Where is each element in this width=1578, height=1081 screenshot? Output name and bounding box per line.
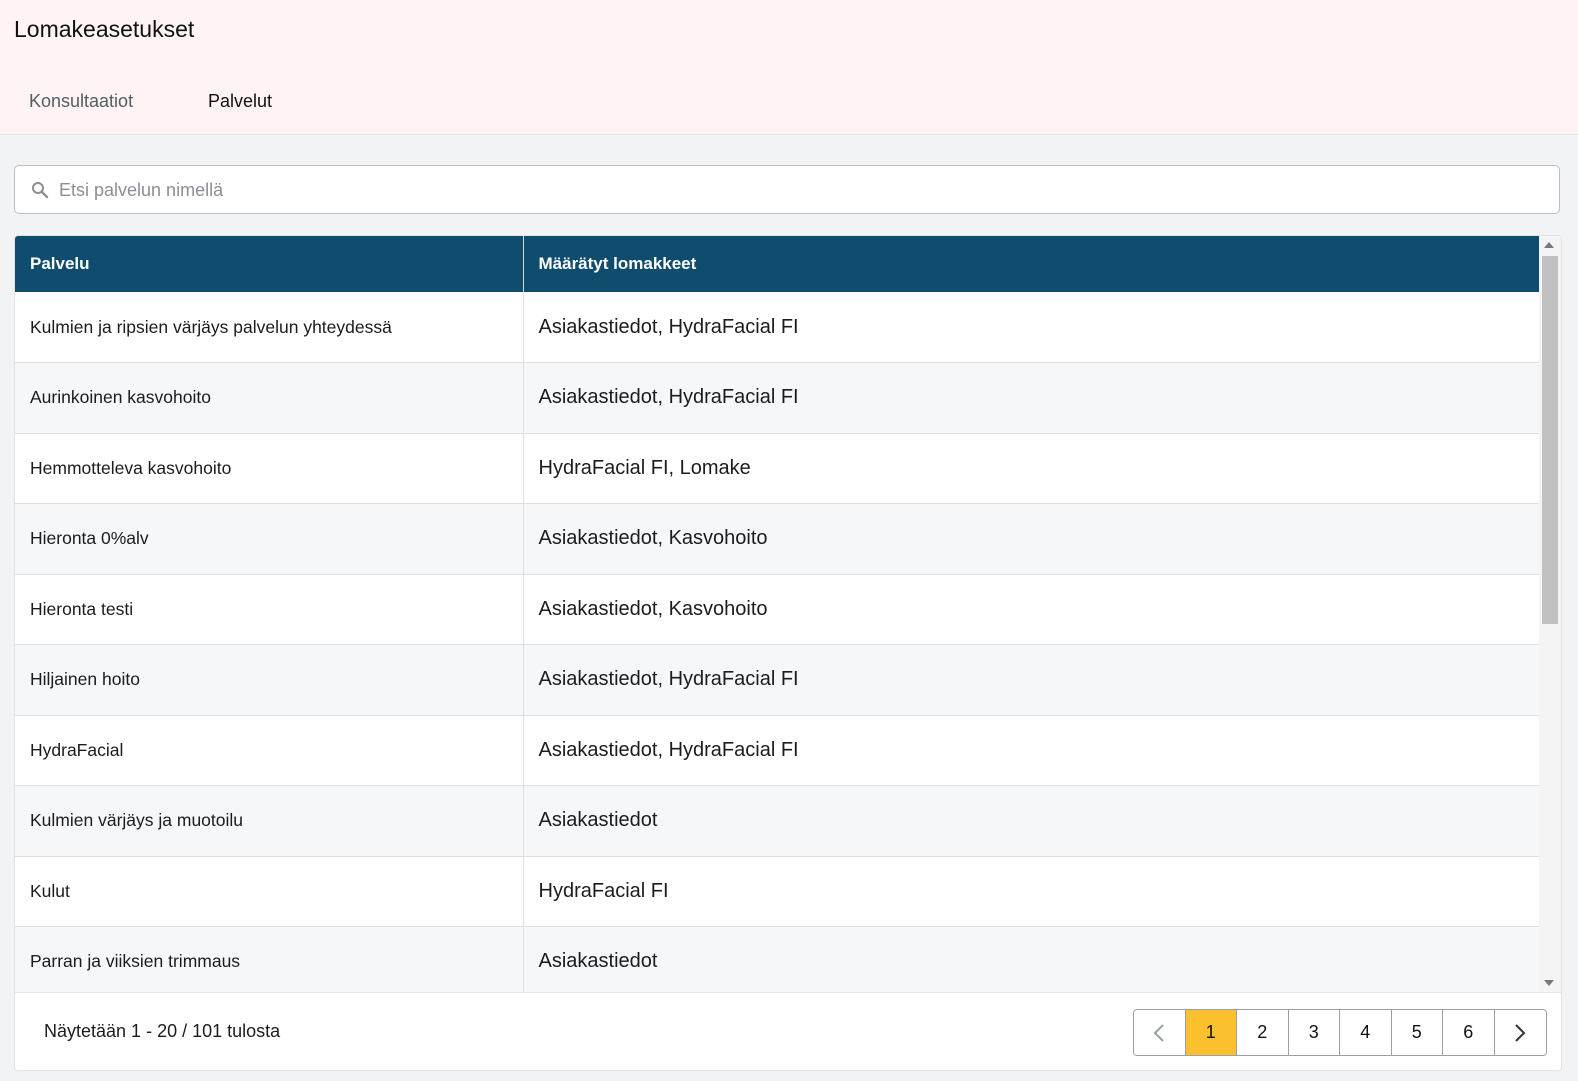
assigned-forms: Asiakastiedot, HydraFacial FI [523, 292, 1539, 363]
table-row[interactable]: Hieronta 0%alv Asiakastiedot, Kasvohoito [15, 503, 1539, 575]
search-icon [31, 181, 49, 199]
table-row[interactable]: Parran ja viiksien trimmaus Asiakastiedo… [15, 926, 1539, 992]
results-count: Näytetään 1 - 20 / 101 tulosta [44, 1021, 281, 1041]
table-header-row: Palvelu Määrätyt lomakkeet [15, 236, 1539, 292]
tab-konsultaatiot[interactable]: Konsultaatiot [29, 91, 133, 112]
scroll-up-arrow-icon[interactable] [1544, 242, 1554, 248]
assigned-forms: Asiakastiedot, HydraFacial FI [523, 644, 1539, 716]
assigned-forms: Asiakastiedot [523, 785, 1539, 857]
page-button-6[interactable]: 6 [1443, 1010, 1495, 1055]
assigned-forms: Asiakastiedot, HydraFacial FI [523, 362, 1539, 434]
table-row[interactable]: Aurinkoinen kasvohoito Asiakastiedot, Hy… [15, 362, 1539, 434]
page-button-2[interactable]: 2 [1237, 1010, 1289, 1055]
services-table: Palvelu Määrätyt lomakkeet Kulmien ja ri… [15, 236, 1539, 992]
pagination-prev-button[interactable] [1134, 1010, 1186, 1055]
pagination: 1 2 3 4 5 6 [1133, 1009, 1547, 1056]
table-row[interactable]: Hiljainen hoito Asiakastiedot, HydraFaci… [15, 644, 1539, 716]
table-scroll-area[interactable]: Palvelu Määrätyt lomakkeet Kulmien ja ri… [15, 236, 1539, 992]
service-name: Parran ja viiksien trimmaus [15, 926, 524, 992]
service-name: Hemmotteleva kasvohoito [15, 433, 524, 504]
page-button-3[interactable]: 3 [1288, 1010, 1340, 1055]
service-name: Kulut [15, 856, 524, 927]
service-name: Hieronta 0%alv [15, 503, 524, 575]
service-name: Kulmien värjäys ja muotoilu [15, 785, 524, 857]
service-name: HydraFacial [15, 715, 524, 786]
chevron-left-icon [1152, 1023, 1166, 1043]
service-name: Hiljainen hoito [15, 644, 524, 716]
services-table-card: Palvelu Määrätyt lomakkeet Kulmien ja ri… [14, 235, 1562, 1071]
service-name: Aurinkoinen kasvohoito [15, 362, 524, 434]
search-input[interactable] [59, 174, 1539, 206]
page-header: Lomakeasetukset Konsultaatiot Palvelut [0, 0, 1578, 135]
column-header-lomakkeet[interactable]: Määrätyt lomakkeet [523, 236, 1539, 292]
assigned-forms: Asiakastiedot, HydraFacial FI [523, 715, 1539, 786]
tab-palvelut[interactable]: Palvelut [208, 91, 272, 112]
assigned-forms: Asiakastiedot, Kasvohoito [523, 503, 1539, 575]
scrollbar-thumb[interactable] [1542, 256, 1558, 624]
table-row[interactable]: Kulut HydraFacial FI [15, 856, 1539, 927]
page-button-1[interactable]: 1 [1185, 1010, 1237, 1055]
assigned-forms: Asiakastiedot, Kasvohoito [523, 574, 1539, 645]
service-name: Kulmien ja ripsien värjäys palvelun yhte… [15, 292, 524, 363]
table-footer: Näytetään 1 - 20 / 101 tulosta 1 2 3 4 5… [15, 992, 1561, 1070]
table-row[interactable]: Hieronta testi Asiakastiedot, Kasvohoito [15, 574, 1539, 645]
scroll-down-arrow-icon[interactable] [1544, 980, 1554, 986]
table-row[interactable]: Kulmien ja ripsien värjäys palvelun yhte… [15, 292, 1539, 363]
page-title: Lomakeasetukset [14, 16, 195, 42]
vertical-scrollbar[interactable] [1539, 236, 1561, 992]
table-row[interactable]: HydraFacial Asiakastiedot, HydraFacial F… [15, 715, 1539, 786]
service-name: Hieronta testi [15, 574, 524, 645]
assigned-forms: HydraFacial FI [523, 856, 1539, 927]
pagination-next-button[interactable] [1494, 1010, 1546, 1055]
chevron-right-icon [1513, 1023, 1527, 1043]
search-box[interactable] [14, 165, 1560, 214]
page-button-4[interactable]: 4 [1340, 1010, 1392, 1055]
table-row[interactable]: Hemmotteleva kasvohoito HydraFacial FI, … [15, 433, 1539, 504]
assigned-forms: Asiakastiedot [523, 926, 1539, 992]
table-row[interactable]: Kulmien värjäys ja muotoilu Asiakastiedo… [15, 785, 1539, 857]
page-button-5[interactable]: 5 [1391, 1010, 1443, 1055]
column-header-palvelu[interactable]: Palvelu [15, 236, 524, 292]
assigned-forms: HydraFacial FI, Lomake [523, 433, 1539, 504]
